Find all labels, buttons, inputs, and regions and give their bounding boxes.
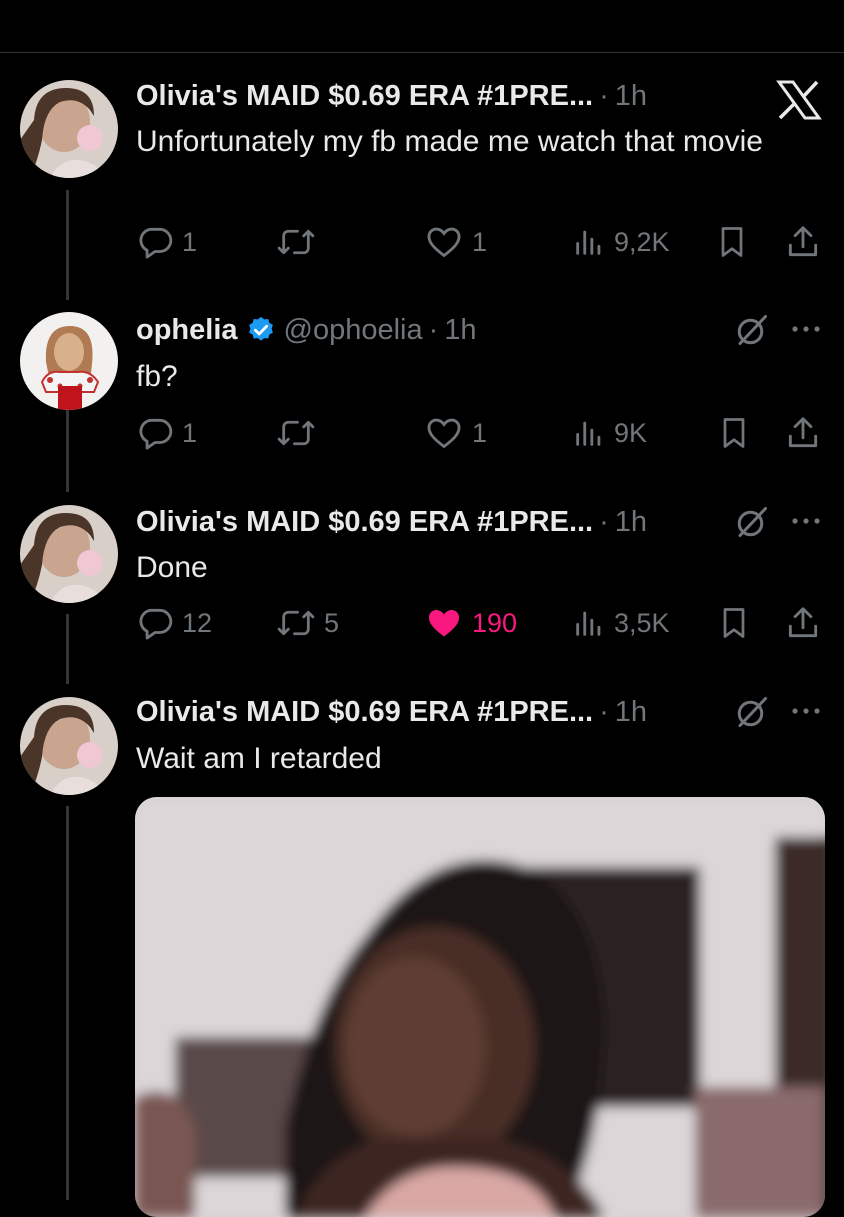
- reply-count: 12: [182, 607, 213, 638]
- heart-icon: [428, 610, 460, 637]
- views-icon: [576, 230, 601, 255]
- reply-button[interactable]: 12: [136, 603, 212, 643]
- bookmark-button[interactable]: [714, 222, 750, 262]
- thread-line: [66, 806, 69, 1200]
- separator-dot: ·: [599, 505, 609, 538]
- timestamp[interactable]: 1h: [615, 696, 647, 729]
- thread-line: [66, 408, 69, 492]
- views-icon: [576, 611, 601, 636]
- post-text: fb?: [136, 360, 178, 393]
- post-header: ophelia @ophoelia · 1h: [136, 313, 477, 347]
- reply-icon: [139, 608, 173, 640]
- post-actions: 12 5 190 3,5K: [136, 603, 826, 643]
- view-count: 9,2K: [614, 226, 670, 257]
- separator-dot: ·: [599, 695, 609, 728]
- post-text: Wait am I retarded: [136, 742, 382, 775]
- like-button[interactable]: 190: [424, 603, 517, 643]
- repost-count: 5: [324, 607, 340, 638]
- grok-icon[interactable]: [734, 504, 770, 545]
- bookmark-button[interactable]: [716, 413, 752, 453]
- post-header: Olivia's MAID $0.69 ERA #1PRE... · 1h: [136, 695, 647, 729]
- separator-dot: ·: [599, 79, 609, 112]
- more-icon[interactable]: [790, 701, 822, 726]
- avatar[interactable]: [20, 80, 118, 178]
- x-logo-icon[interactable]: [776, 80, 822, 125]
- like-count: 190: [472, 607, 518, 638]
- thread-line: [66, 190, 69, 300]
- heart-icon: [427, 418, 461, 449]
- post-header: Olivia's MAID $0.69 ERA #1PRE... · 1h: [136, 79, 647, 113]
- share-button[interactable]: [784, 603, 822, 643]
- post-actions: 1 1 9K: [136, 413, 826, 453]
- views-button[interactable]: 3,5K: [572, 603, 670, 643]
- share-button[interactable]: [784, 222, 822, 262]
- avatar[interactable]: [20, 505, 118, 603]
- reply-count: 1: [182, 226, 198, 257]
- view-count: 9K: [614, 417, 648, 448]
- timestamp[interactable]: 1h: [615, 80, 647, 113]
- bookmark-icon: [723, 418, 745, 448]
- verified-badge-icon: [246, 315, 276, 345]
- like-button[interactable]: 1: [424, 413, 487, 453]
- repost-icon: [277, 229, 315, 255]
- top-bar: [0, 0, 844, 53]
- heart-icon: [427, 227, 461, 258]
- share-button[interactable]: [784, 413, 822, 453]
- post-text: Unfortunately my fb made me watch that m…: [136, 125, 763, 158]
- share-icon: [788, 417, 818, 448]
- reply-button[interactable]: 1: [136, 413, 197, 453]
- like-count: 1: [472, 226, 488, 257]
- post-text: Done: [136, 551, 208, 584]
- more-icon[interactable]: [790, 319, 822, 344]
- timestamp[interactable]: 1h: [615, 506, 647, 539]
- views-button[interactable]: 9K: [572, 413, 647, 453]
- repost-button[interactable]: [276, 413, 324, 453]
- reply-button[interactable]: 1: [136, 222, 197, 262]
- repost-button[interactable]: [276, 222, 324, 262]
- reply-icon: [139, 227, 173, 259]
- bookmark-button[interactable]: [716, 603, 752, 643]
- avatar[interactable]: [20, 312, 118, 410]
- repost-icon: [277, 610, 315, 636]
- views-button[interactable]: 9,2K: [572, 222, 670, 262]
- avatar[interactable]: [20, 697, 118, 795]
- share-icon: [788, 607, 818, 638]
- timestamp[interactable]: 1h: [444, 314, 476, 347]
- views-icon: [576, 421, 601, 446]
- post-media-image[interactable]: [135, 797, 825, 1217]
- more-icon[interactable]: [790, 511, 822, 536]
- display-name[interactable]: Olivia's MAID $0.69 ERA #1PRE...: [136, 696, 593, 729]
- display-name[interactable]: ophelia: [136, 314, 238, 347]
- share-icon: [788, 226, 818, 257]
- separator-dot: ·: [428, 313, 439, 346]
- view-count: 3,5K: [614, 607, 670, 638]
- grok-icon[interactable]: [734, 312, 770, 353]
- like-count: 1: [472, 417, 488, 448]
- reply-icon: [139, 418, 173, 450]
- display-name[interactable]: Olivia's MAID $0.69 ERA #1PRE...: [136, 80, 593, 113]
- bookmark-icon: [721, 227, 743, 257]
- display-name[interactable]: Olivia's MAID $0.69 ERA #1PRE...: [136, 506, 593, 539]
- repost-icon: [277, 420, 315, 446]
- bookmark-icon: [723, 608, 745, 638]
- like-button[interactable]: 1: [424, 222, 487, 262]
- grok-icon[interactable]: [734, 694, 770, 735]
- thread-line: [66, 614, 69, 684]
- post-header: Olivia's MAID $0.69 ERA #1PRE... · 1h: [136, 505, 647, 539]
- repost-button[interactable]: 5: [276, 603, 339, 643]
- post-actions: 1 1 9,2K: [136, 222, 826, 262]
- user-handle[interactable]: @ophoelia: [284, 314, 423, 347]
- reply-count: 1: [182, 417, 198, 448]
